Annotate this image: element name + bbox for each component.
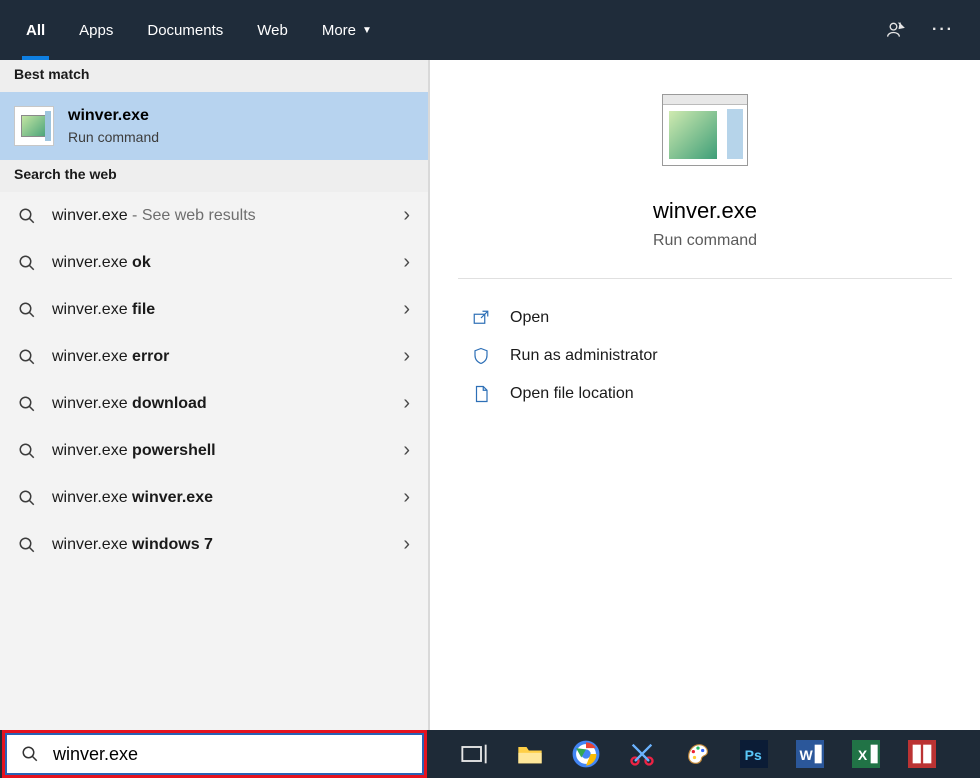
tab-documents[interactable]: Documents [147, 0, 223, 60]
search-icon [21, 745, 39, 763]
web-result-text: winver.exe download [52, 395, 387, 413]
search-icon [18, 301, 36, 319]
web-result[interactable]: winver.exe file › [0, 286, 428, 333]
web-result-text: winver.exe error [52, 348, 387, 366]
action-open-location-label: Open file location [510, 385, 634, 403]
task-view-icon[interactable] [459, 739, 489, 769]
action-open[interactable]: Open [464, 299, 946, 337]
action-run-as-admin-label: Run as administrator [510, 347, 658, 365]
chevron-right-icon: › [403, 298, 410, 321]
web-result-text: winver.exe winver.exe [52, 489, 387, 507]
run-command-icon [14, 106, 54, 146]
search-results-area: Best match winver.exe Run command Search… [0, 60, 980, 730]
search-web-header: Search the web [0, 160, 428, 192]
search-icon [18, 348, 36, 366]
chevron-right-icon: › [403, 486, 410, 509]
photoshop-icon[interactable]: Ps [739, 739, 769, 769]
word-icon[interactable]: W [795, 739, 825, 769]
preview-actions: Open Run as administrator Open file loca… [464, 299, 946, 413]
shield-icon [472, 347, 490, 365]
tab-all[interactable]: All [26, 0, 45, 60]
action-open-location[interactable]: Open file location [464, 375, 946, 413]
tab-apps[interactable]: Apps [79, 0, 113, 60]
chevron-right-icon: › [403, 439, 410, 462]
search-box-highlight [2, 730, 427, 778]
unknown-app-icon[interactable] [907, 739, 937, 769]
preview-title: winver.exe [430, 198, 980, 224]
web-result-text: winver.exe windows 7 [52, 536, 387, 554]
web-result[interactable]: winver.exe powershell › [0, 427, 428, 474]
search-filter-bar: All Apps Documents Web More ▼ ··· [0, 0, 980, 60]
snip-icon[interactable] [627, 739, 657, 769]
options-icon[interactable]: ··· [932, 21, 954, 39]
excel-icon[interactable]: X [851, 739, 881, 769]
tab-more[interactable]: More ▼ [322, 0, 372, 60]
chevron-right-icon: › [403, 251, 410, 274]
tab-web[interactable]: Web [257, 0, 288, 60]
search-box[interactable] [5, 733, 424, 775]
preview-pane: winver.exe Run command Open Run as admin… [430, 60, 980, 730]
web-result[interactable]: winver.exe ok › [0, 239, 428, 286]
web-result[interactable]: winver.exe error › [0, 333, 428, 380]
best-match-header: Best match [0, 60, 428, 92]
search-icon [18, 442, 36, 460]
best-match-title: winver.exe [68, 107, 159, 125]
search-icon [18, 489, 36, 507]
search-input[interactable] [53, 744, 408, 765]
search-icon [18, 395, 36, 413]
web-result[interactable]: winver.exe download › [0, 380, 428, 427]
web-results-list: winver.exe - See web results›winver.exe … [0, 192, 428, 730]
preview-separator [458, 278, 952, 279]
chrome-icon[interactable] [571, 739, 601, 769]
preview-app-icon [662, 94, 748, 166]
search-icon [18, 254, 36, 272]
svg-text:W: W [800, 747, 814, 763]
results-list-pane: Best match winver.exe Run command Search… [0, 60, 428, 730]
filter-tabs: All Apps Documents Web More ▼ [26, 0, 372, 60]
open-icon [472, 309, 490, 327]
web-result[interactable]: winver.exe winver.exe › [0, 474, 428, 521]
chevron-right-icon: › [403, 392, 410, 415]
best-match-subtitle: Run command [68, 129, 159, 145]
chevron-right-icon: › [403, 345, 410, 368]
file-location-icon [472, 385, 490, 403]
web-result-text: winver.exe - See web results [52, 207, 387, 225]
preview-subtitle: Run command [430, 232, 980, 250]
chevron-right-icon: › [403, 204, 410, 227]
tab-more-label: More [322, 22, 356, 39]
svg-text:Ps: Ps [745, 747, 762, 763]
action-run-as-admin[interactable]: Run as administrator [464, 337, 946, 375]
web-result-text: winver.exe ok [52, 254, 387, 272]
file-explorer-icon[interactable] [515, 739, 545, 769]
best-match-result[interactable]: winver.exe Run command [0, 92, 428, 160]
search-icon [18, 536, 36, 554]
search-icon [18, 207, 36, 225]
chevron-down-icon: ▼ [362, 25, 372, 36]
feedback-icon[interactable] [886, 20, 906, 40]
web-result-text: winver.exe powershell [52, 442, 387, 460]
taskbar-apps: Ps W X [459, 739, 937, 769]
web-result-text: winver.exe file [52, 301, 387, 319]
paint-icon[interactable] [683, 739, 713, 769]
svg-text:X: X [858, 747, 868, 763]
taskbar: Ps W X [0, 730, 980, 778]
action-open-label: Open [510, 309, 549, 327]
web-result[interactable]: winver.exe windows 7 › [0, 521, 428, 568]
web-result[interactable]: winver.exe - See web results › [0, 192, 428, 239]
chevron-right-icon: › [403, 533, 410, 556]
